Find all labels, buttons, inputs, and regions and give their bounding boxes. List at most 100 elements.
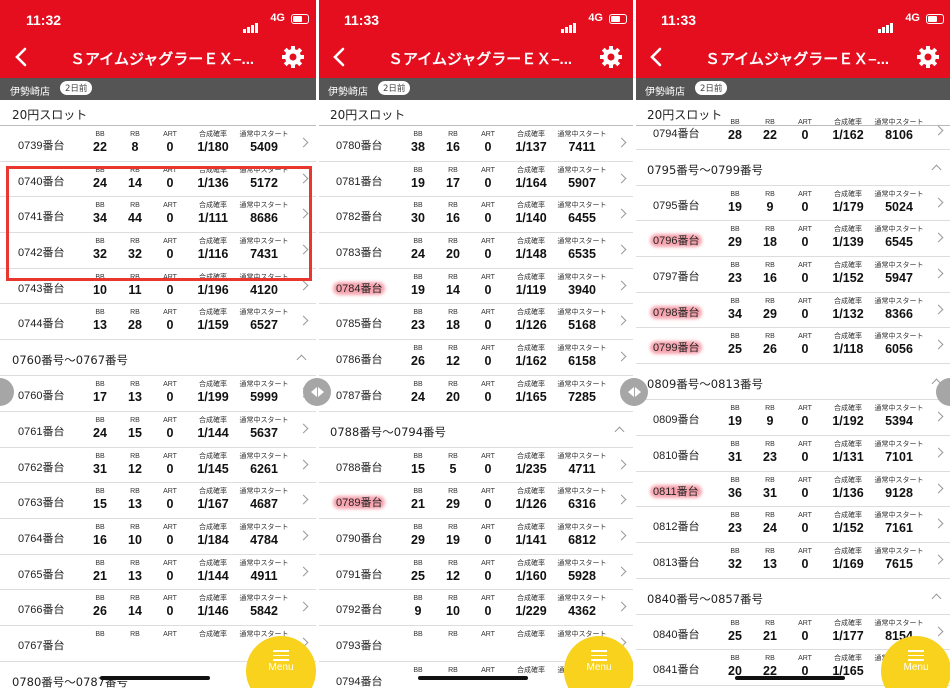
start-value: 5947	[885, 271, 913, 286]
art-cell: ART 0	[474, 308, 502, 333]
machine-row[interactable]: 0799番台 BB 25 RB 26 ART 0 合成確率 1/118 通常中スタート 6056	[635, 328, 950, 365]
machine-row[interactable]: 0797番台 BB 23 RB 16 ART 0 合成確率 1/152 通常中スタート 5947	[635, 257, 950, 293]
machine-row[interactable]: 0739番台 BB 22 RB 8 ART 0 合成確率 1/180 通常中スタート 5409	[0, 126, 317, 162]
group-header[interactable]: 0760番号〜0767番号	[0, 340, 317, 377]
machine-row[interactable]: 0812番台 BB 23 RB 24 ART 0 合成確率 1/152 通常中スタート 7161	[635, 507, 950, 543]
start-value: 5394	[885, 414, 913, 429]
page-toggle-button[interactable]	[303, 378, 331, 406]
machine-row[interactable]: 0813番台 BB 32 RB 13 ART 0 合成確率 1/169 通常中スタート 7615	[635, 543, 950, 579]
machine-row[interactable]: 0780番台 BB 38 RB 16 ART 0 合成確率 1/137 通常中スタート 7411	[318, 126, 635, 162]
machine-row[interactable]: 0786番台 BB 26 RB 12 ART 0 合成確率 1/162 通常中スタート 6158	[318, 340, 635, 376]
bb-label: BB	[413, 630, 423, 638]
art-label: ART	[481, 273, 495, 281]
group-header[interactable]: 0809番号〜0813番号	[635, 364, 950, 401]
bb-value: 28	[728, 128, 742, 142]
machine-row[interactable]: 0785番台 BB 23 RB 18 ART 0 合成確率 1/126 通常中スタート 5168	[318, 304, 635, 341]
group-header[interactable]: 0788番号〜0794番号	[318, 412, 635, 448]
machine-row[interactable]: 0809番台 BB 19 RB 9 ART 0 合成確率 1/192 通常中スタート 5394	[635, 400, 950, 436]
bb-cell: BB 29	[721, 225, 749, 250]
rb-value: 11	[128, 282, 142, 297]
rb-cell: RB 8	[121, 130, 149, 155]
bb-cell: BB 25	[721, 619, 749, 644]
rb-value: 13	[128, 497, 142, 512]
machine-number: 0761番台	[18, 425, 65, 438]
machine-row[interactable]: 0789番台 BB 21 RB 29 ART 0 合成確率 1/126 通常中スタート 6316	[318, 483, 635, 519]
machine-row[interactable]: 0782番台 BB 30 RB 16 ART 0 合成確率 1/140 通常中スタート 6455	[318, 197, 635, 234]
machine-number: 0762番台	[18, 461, 65, 474]
chevron-left-icon[interactable]	[328, 45, 352, 69]
machine-row[interactable]: 0783番台 BB 24 RB 20 ART 0 合成確率 1/148 通常中スタート 6535	[318, 233, 635, 269]
machine-row[interactable]: 0784番台 BB 19 RB 14 ART 0 合成確率 1/119 通常中スタート 3940	[318, 269, 635, 305]
bb-cell: BB 26	[404, 344, 432, 369]
machine-row[interactable]: 0811番台 BB 36 RB 31 ART 0 合成確率 1/136 通常中スタート 9128	[635, 472, 950, 508]
art-cell: ART 0	[474, 452, 502, 477]
art-cell: ART 0	[791, 118, 819, 143]
start-value: 7615	[885, 556, 913, 571]
machine-row[interactable]: 0762番台 BB 31 RB 12 ART 0 合成確率 1/145 通常中スタート 6261	[0, 448, 317, 484]
machine-row[interactable]: 0760番台 BB 17 RB 13 ART 0 合成確率 1/199 通常中スタート 5999	[0, 376, 317, 412]
rate-label: 合成確率	[199, 452, 227, 460]
page-toggle-button[interactable]	[620, 378, 648, 406]
rate-label: 合成確率	[834, 405, 862, 413]
rate-value: 1/199	[197, 390, 229, 405]
machine-row[interactable]: 0764番台 BB 16 RB 10 ART 0 合成確率 1/184 通常中スタート 4784	[0, 519, 317, 555]
group-header[interactable]: 0840番号〜0857番号	[635, 579, 950, 615]
machine-row[interactable]: 0796番台 BB 29 RB 18 ART 0 合成確率 1/139 通常中スタート 6545	[635, 221, 950, 258]
machine-row[interactable]: 0790番台 BB 29 RB 19 ART 0 合成確率 1/141 通常中スタート 6812	[318, 519, 635, 555]
machine-row[interactable]: 0744番台 BB 13 RB 28 ART 0 合成確率 1/159 通常中スタート 6527	[0, 304, 317, 341]
machine-row[interactable]: 0795番台 BB 19 RB 9 ART 0 合成確率 1/179 通常中スタート 5024	[635, 186, 950, 222]
chevron-right-icon	[616, 208, 627, 219]
start-label: 通常中スタート	[239, 416, 289, 424]
screens-composite: 11:32 4G ＳアイムジャグラーＥＸ–... 伊勢崎店 2日前 20円スロット 0739…	[0, 0, 950, 688]
bb-value: 24	[411, 247, 425, 262]
machine-row[interactable]: 0763番台 BB 15 RB 13 ART 0 合成確率 1/167 通常中スタート 4687	[0, 483, 317, 519]
bb-value: 19	[728, 414, 742, 429]
machine-row[interactable]: 0765番台 BB 21 RB 13 ART 0 合成確率 1/144 通常中スタート 4911	[0, 555, 317, 591]
machine-row[interactable]: 0791番台 BB 25 RB 12 ART 0 合成確率 1/160 通常中スタート 5928	[318, 555, 635, 591]
art-cell: ART 0	[791, 404, 819, 429]
machine-row[interactable]: 0761番台 BB 24 RB 15 ART 0 合成確率 1/144 通常中スタート 5637	[0, 412, 317, 448]
art-cell: ART 0	[156, 487, 184, 512]
machine-number-text: 0799番台	[653, 342, 700, 355]
chevron-left-icon[interactable]	[10, 45, 34, 69]
machine-number: 0793番台	[336, 639, 383, 652]
art-cell: ART 0	[474, 237, 502, 262]
art-value: 0	[801, 342, 809, 357]
rate-label: 合成確率	[834, 119, 862, 126]
rb-label: RB	[130, 309, 140, 317]
rate-value: 1/126	[515, 318, 547, 333]
machine-row[interactable]: 0766番台 BB 26 RB 14 ART 0 合成確率 1/146 通常中スタート 5842	[0, 590, 317, 626]
gear-icon[interactable]	[916, 45, 940, 69]
start-label: 通常中スタート	[557, 559, 607, 567]
chevron-left-icon[interactable]	[645, 45, 669, 69]
gear-icon[interactable]	[599, 45, 623, 69]
rb-label: RB	[448, 523, 458, 531]
start-label: 通常中スタート	[874, 405, 924, 413]
rate-cell: 合成確率 1/235	[507, 452, 555, 477]
machine-row[interactable]: 0787番台 BB 24 RB 20 ART 0 合成確率 1/165 通常中スタート 7285	[318, 376, 635, 412]
art-cell: ART 0	[791, 547, 819, 572]
store-name: 伊勢崎店	[328, 87, 368, 98]
machine-number: 0789番台	[336, 494, 382, 510]
rb-cell: RB 12	[439, 344, 467, 369]
start-label: 通常中スタート	[874, 512, 924, 520]
start-label: 通常中スタート	[874, 190, 924, 198]
art-cell: ART 0	[474, 273, 502, 298]
bb-cell: BB 36	[721, 476, 749, 501]
machine-row[interactable]: 0781番台 BB 19 RB 17 ART 0 合成確率 1/164 通常中スタート 5907	[318, 162, 635, 198]
gear-icon[interactable]	[281, 45, 305, 69]
machine-row[interactable]: 0794番台 BB 28 RB 22 ART 0 合成確率 1/162 通常中スタート 8106	[635, 114, 950, 150]
bb-label: BB	[730, 655, 740, 663]
start-value: 4711	[568, 461, 596, 476]
start-cell: 通常中スタート 9128	[872, 476, 926, 501]
machine-row[interactable]: 0810番台 BB 31 RB 23 ART 0 合成確率 1/131 通常中スタート 7101	[635, 436, 950, 472]
machine-row[interactable]: 0798番台 BB 34 RB 29 ART 0 合成確率 1/132 通常中スタート 8366	[635, 293, 950, 329]
chevron-right-icon	[298, 530, 309, 541]
machine-row[interactable]: 0788番台 BB 15 RB 5 ART 0 合成確率 1/235 通常中スタート 4711	[318, 448, 635, 484]
machine-row[interactable]: 0792番台 BB 9 RB 10 ART 0 合成確率 1/229 通常中スタート 4362	[318, 590, 635, 626]
art-cell: ART 0	[474, 130, 502, 155]
start-label: 通常中スタート	[557, 345, 607, 353]
chevron-up-icon	[931, 593, 942, 604]
group-header[interactable]: 0795番号〜0799番号	[635, 150, 950, 186]
start-label: 通常中スタート	[874, 226, 924, 234]
